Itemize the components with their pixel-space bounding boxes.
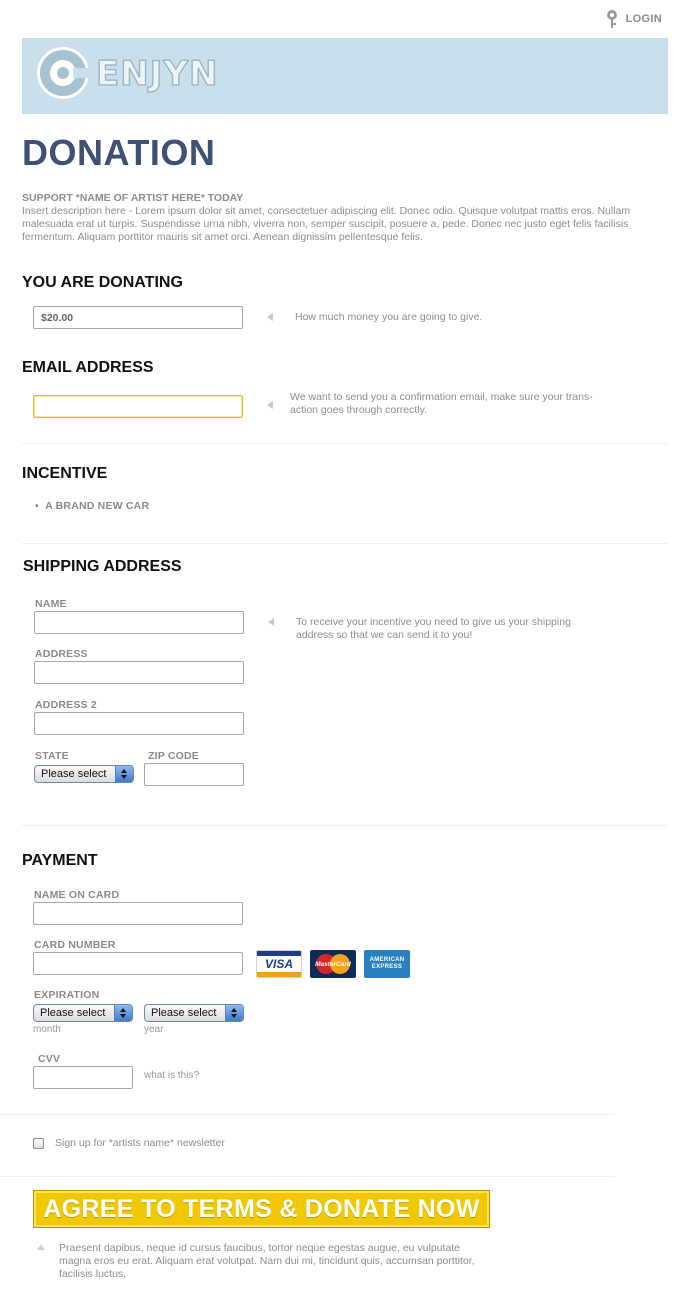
donating-heading: YOU ARE DONATING [22,274,183,291]
newsletter-checkbox[interactable] [33,1138,44,1149]
zip-code-field[interactable] [144,763,244,786]
cvv-field[interactable] [33,1066,133,1089]
state-select-value: Please select [41,768,107,780]
amex-card-icon: AMERICAN EXPRESS [364,950,410,978]
divider [22,443,668,444]
select-arrows-icon [114,1005,132,1021]
page-title: DONATION [22,132,216,173]
donation-amount-hint: How much money you are going to give. [295,311,483,323]
terms-note: Praesent dapibus, neque id cursus faucib… [59,1242,475,1280]
donate-now-button[interactable]: AGREE TO TERMS & DONATE NOW [33,1190,490,1228]
hint-arrow-icon [267,313,273,321]
address-label: ADDRESS [35,648,88,660]
name-label: NAME [35,598,67,610]
state-select[interactable]: Please select [34,765,134,783]
address-field[interactable] [34,661,244,684]
divider [22,825,668,826]
expiration-label: EXPIRATION [34,989,100,1001]
donation-amount-input[interactable] [33,306,243,329]
expiration-month-select[interactable]: Please select [33,1004,133,1022]
month-select-value: Please select [40,1007,106,1019]
divider [0,1114,615,1115]
header-banner: ENJYN [22,38,668,114]
name-on-card-field[interactable] [33,902,243,925]
support-heading: SUPPORT *NAME OF ARTIST HERE* TODAY [22,192,244,204]
note-arrow-icon [37,1244,45,1250]
incentive-item: • A BRAND NEW CAR [35,500,150,512]
select-arrows-icon [225,1005,243,1021]
visa-card-icon: VISA [256,950,302,978]
address2-label: ADDRESS 2 [35,699,97,711]
name-on-card-label: NAME ON CARD [34,889,120,901]
payment-heading: PAYMENT [22,852,98,869]
address2-field[interactable] [34,712,244,735]
login-label: LOGIN [625,13,662,25]
email-heading: EMAIL ADDRESS [22,359,154,376]
year-select-value: Please select [151,1007,217,1019]
card-number-label: CARD NUMBER [34,939,116,951]
logo-text[interactable]: ENJYN [95,53,218,95]
email-field[interactable] [33,395,243,418]
shipping-hint: To receive your incentive you need to gi… [296,616,571,641]
card-number-field[interactable] [33,952,243,975]
email-hint: We want to send you a confirmation email… [290,391,593,416]
logo-icon [37,47,89,99]
page-description: Insert description here - Lorem ipsum do… [22,205,631,243]
hint-arrow-icon [267,401,273,409]
login-link[interactable]: LOGIN [606,10,662,28]
select-arrows-icon [115,766,133,782]
hint-arrow-icon [268,618,274,626]
zip-label: ZIP CODE [148,750,199,762]
year-caption: year [144,1024,164,1035]
incentive-heading: INCENTIVE [22,465,108,482]
divider [0,1176,615,1177]
donate-now-label: AGREE TO TERMS & DONATE NOW [43,1194,480,1223]
cvv-label: CVV [38,1053,61,1065]
key-icon [606,10,618,28]
divider [22,543,668,544]
mastercard-icon: MasterCard [310,950,356,978]
state-label: STATE [35,750,69,762]
shipping-heading: SHIPPING ADDRESS [23,558,182,575]
month-caption: month [33,1024,61,1035]
expiration-year-select[interactable]: Please select [144,1004,244,1022]
newsletter-label: Sign up for *artists name* newsletter [55,1137,225,1149]
cvv-help-link[interactable]: what is this? [144,1070,199,1081]
shipping-name-field[interactable] [34,611,244,634]
